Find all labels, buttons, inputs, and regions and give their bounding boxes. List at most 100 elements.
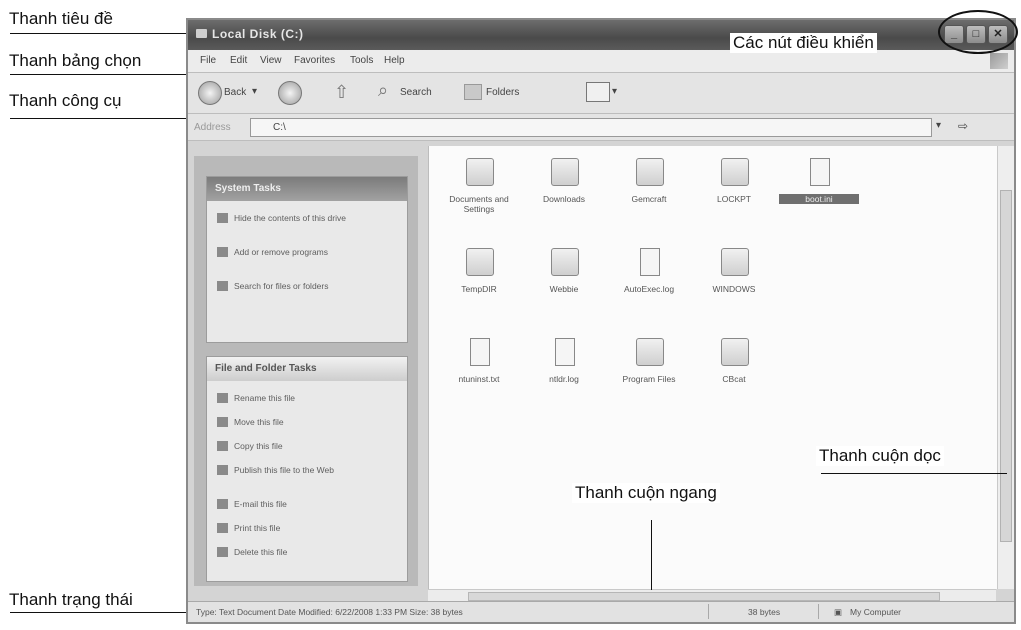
folder-icon[interactable] [551,248,579,276]
menu-view[interactable]: View [260,55,282,66]
callout-horizontal-scrollbar-line [651,520,652,590]
file-item-name[interactable]: CBcat [694,374,774,384]
menu-edit[interactable]: Edit [230,55,247,66]
menu-file[interactable]: File [200,55,216,66]
folder-icon[interactable] [551,158,579,186]
window-title: Local Disk (C:) [212,27,304,41]
file-item-name[interactable]: ntuninst.txt [439,374,519,384]
task-email[interactable]: E-mail this file [217,499,387,509]
menu-tools[interactable]: Tools [350,55,373,66]
views-dropdown-icon[interactable]: ▾ [612,86,617,97]
folder-icon[interactable] [721,338,749,366]
file-item-name[interactable]: TempDIR [439,284,519,294]
document-icon[interactable] [640,248,660,276]
programs-icon [217,247,228,257]
back-button[interactable]: Back [224,87,246,98]
callout-menu-bar-line [10,74,200,75]
status-separator [818,604,819,619]
file-item-name[interactable]: Program Files [609,374,689,384]
callout-control-buttons: Các nút điều khiển [730,33,877,53]
system-tasks-title: System Tasks [215,183,281,194]
address-bar: Address C:\ ▾ ⇨ [188,114,1014,141]
callout-horizontal-scrollbar: Thanh cuộn ngang [572,483,720,503]
globe-icon [217,465,228,475]
system-tasks-panel: System Tasks Hide the contents of this d… [206,176,408,343]
folder-icon[interactable] [466,158,494,186]
task-rename[interactable]: Rename this file [217,393,387,403]
windows-logo-icon [990,53,1008,69]
task-search-files[interactable]: Search for files or folders [217,281,387,291]
folders-button[interactable]: Folders [486,87,519,98]
folder-icon[interactable] [721,248,749,276]
file-item-name[interactable]: ntldr.log [524,374,604,384]
rename-icon [217,393,228,403]
folder-icon[interactable] [466,248,494,276]
back-arrow-icon[interactable] [198,81,222,105]
file-item-name[interactable]: Gemcraft [609,194,689,204]
callout-title-bar-line [10,33,200,34]
views-icon[interactable] [586,82,610,102]
task-hide-contents[interactable]: Hide the contents of this drive [217,213,387,223]
document-icon[interactable] [810,158,830,186]
explorer-window: Local Disk (C:) _ □ ✕ File Edit View Fav… [186,18,1016,624]
task-print[interactable]: Print this file [217,523,387,533]
copy-icon [217,441,228,451]
address-label: Address [194,122,231,133]
status-info: Type: Text Document Date Modified: 6/22/… [196,607,463,617]
document-icon[interactable] [470,338,490,366]
status-bar: Type: Text Document Date Modified: 6/22/… [188,601,1014,622]
horizontal-scroll-thumb[interactable] [468,592,940,601]
search-button[interactable]: Search [400,87,432,98]
vertical-scrollbar[interactable] [997,146,1014,589]
folders-icon[interactable] [464,84,482,100]
folder-icon[interactable] [636,158,664,186]
search-icon [217,281,228,291]
control-buttons-highlight [938,10,1018,54]
file-tasks-title: File and Folder Tasks [215,363,317,374]
computer-icon: ▣ [834,607,843,617]
status-separator [708,604,709,619]
printer-icon [217,523,228,533]
task-add-remove-programs[interactable]: Add or remove programs [217,247,387,257]
vertical-scroll-thumb[interactable] [1000,190,1012,542]
callout-title-bar: Thanh tiêu đề [9,9,113,29]
search-icon[interactable]: ⌕ [378,80,388,101]
callout-status-bar-line [10,612,200,613]
task-pane: System Tasks Hide the contents of this d… [194,156,418,586]
document-icon[interactable] [555,338,575,366]
file-item-name[interactable]: Downloads [524,194,604,204]
status-size: 38 bytes [748,607,781,617]
go-button[interactable]: ⇨ [958,119,968,133]
file-list: Documents and Settings Downloads Gemcraft L… [428,146,997,589]
address-input[interactable]: C:\ [250,118,932,137]
callout-vertical-scrollbar: Thanh cuộn dọc [816,446,944,466]
address-dropdown-icon[interactable]: ▾ [936,120,941,131]
file-item-name[interactable]: LOCKPT [694,194,774,204]
task-publish[interactable]: Publish this file to the Web [217,465,387,475]
folder-icon[interactable] [636,338,664,366]
folder-icon[interactable] [721,158,749,186]
file-item-name[interactable]: WINDOWS [694,284,774,294]
menu-help[interactable]: Help [384,55,405,66]
system-tasks-header[interactable]: System Tasks [207,177,407,201]
task-copy[interactable]: Copy this file [217,441,387,451]
file-item-name[interactable]: AutoExec.log [609,284,689,294]
folder-icon [196,29,207,38]
file-tasks-header[interactable]: File and Folder Tasks [207,357,407,381]
file-item-name[interactable]: Documents and Settings [439,194,519,214]
forward-arrow-icon[interactable] [278,81,302,105]
callout-toolbar: Thanh công cụ [9,91,122,111]
menu-favorites[interactable]: Favorites [294,55,335,66]
menu-bar: File Edit View Favorites Tools Help [188,50,1014,73]
file-item-name[interactable]: boot.ini [779,194,859,204]
email-icon [217,499,228,509]
drive-icon [217,213,228,223]
up-folder-icon[interactable]: ⇧ [334,82,349,103]
back-dropdown-icon[interactable]: ▾ [252,86,257,97]
address-value: C:\ [273,122,286,133]
callout-toolbar-line [10,118,200,119]
task-delete[interactable]: Delete this file [217,547,387,557]
title-bar[interactable]: Local Disk (C:) _ □ ✕ [188,20,1014,50]
task-move[interactable]: Move this file [217,417,387,427]
file-item-name[interactable]: Webbie [524,284,604,294]
